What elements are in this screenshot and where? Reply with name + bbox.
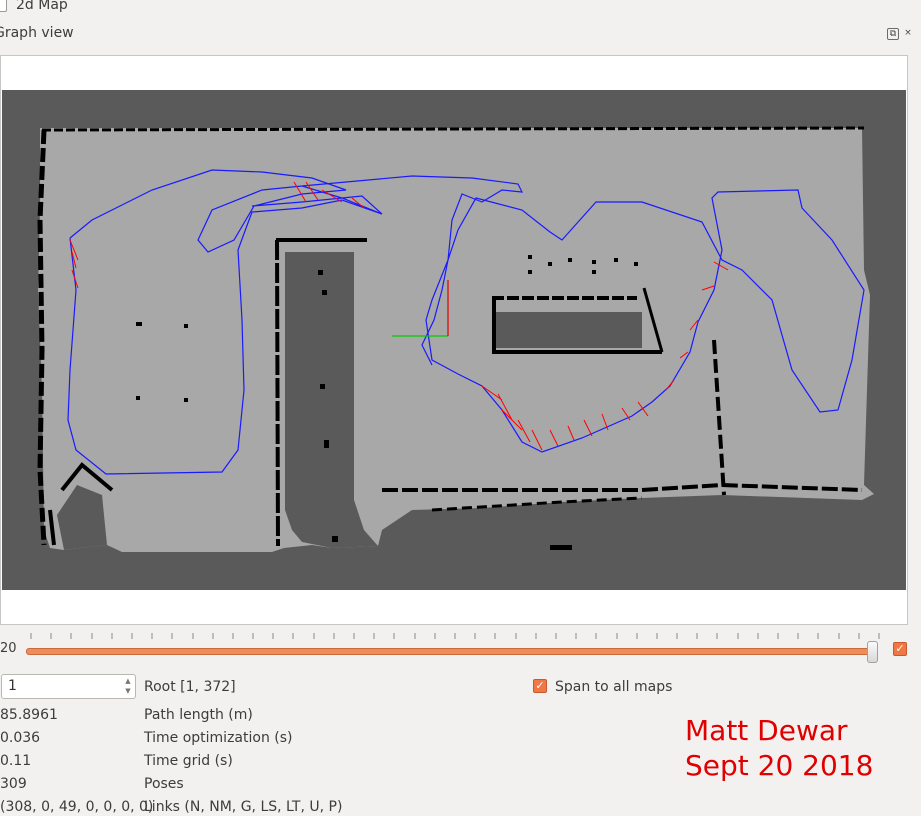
path-length-label: Path length (m) [144, 707, 253, 723]
float-icon[interactable]: ⧉ [887, 28, 899, 40]
slider-ticks [30, 633, 880, 639]
spinbox-arrows-icon[interactable]: ▲ ▼ [121, 676, 135, 697]
span-all-maps-checkbox[interactable]: ✓ [533, 679, 547, 693]
slider-value-label: 20 [0, 641, 17, 656]
slider-handle[interactable] [867, 641, 878, 663]
map-canvas [2, 90, 906, 590]
root-label: Root [1, 372] [144, 679, 236, 695]
2d-map-checkbox[interactable] [0, 0, 7, 12]
span-all-maps-label: Span to all maps [555, 679, 673, 695]
2d-map-label: 2d Map [16, 0, 68, 13]
obstacle-dark [496, 312, 642, 348]
iteration-slider[interactable] [26, 648, 878, 655]
occupancy-map[interactable] [2, 90, 906, 590]
poses-label: Poses [144, 776, 184, 792]
spinbox-value: 1 [8, 678, 17, 694]
links-value: (308, 0, 49, 0, 0, 0, 0) [0, 799, 154, 815]
time-optimization-label: Time optimization (s) [144, 730, 293, 746]
close-icon[interactable]: × [903, 28, 913, 38]
time-grid-label: Time grid (s) [144, 753, 233, 769]
links-label: Links (N, NM, G, LS, LT, U, P) [144, 799, 343, 815]
time-optimization-value: 0.036 [0, 730, 41, 746]
slider-checkbox[interactable]: ✓ [893, 642, 907, 656]
poses-value: 309 [0, 776, 27, 792]
graph-view-title: Graph view [0, 25, 74, 41]
signature-name: Matt Dewar [685, 714, 848, 747]
path-length-value: 85.8961 [0, 707, 58, 723]
node-id-spinbox[interactable] [1, 674, 136, 699]
time-grid-value: 0.11 [0, 753, 32, 769]
signature-date: Sept 20 2018 [685, 749, 874, 782]
